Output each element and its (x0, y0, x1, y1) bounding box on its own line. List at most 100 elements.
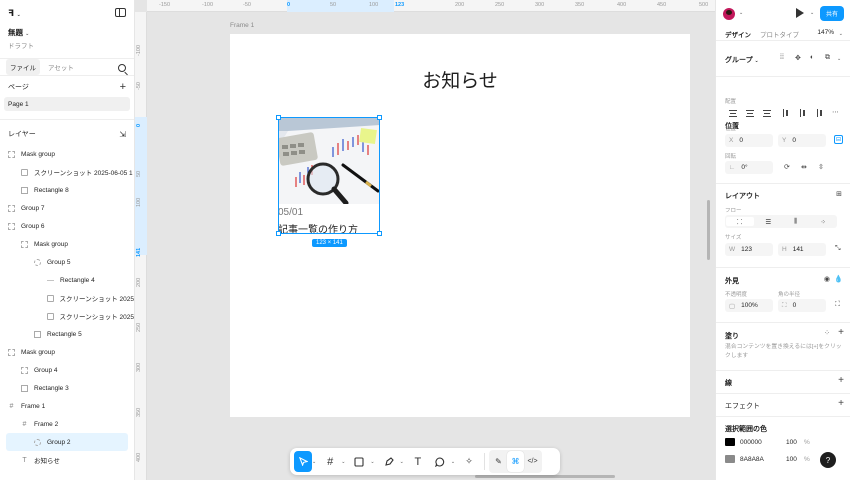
shape-tool-button[interactable] (348, 451, 370, 472)
resize-handle-bottom-right[interactable] (377, 231, 382, 236)
color-swatch[interactable] (725, 438, 735, 446)
layer-row[interactable]: スクリーンショット 2025-06-05 1 (0, 163, 134, 181)
comment-tool-button[interactable] (429, 451, 451, 472)
move-tool-button[interactable] (294, 451, 312, 472)
vertical-scrollbar[interactable] (707, 200, 710, 260)
tab-prototype[interactable]: プロトタイプ (760, 29, 799, 39)
zoom-level[interactable]: 147% (817, 29, 834, 36)
tab-file[interactable]: ファイル (6, 59, 40, 75)
layer-row[interactable]: Mask group (0, 235, 134, 253)
dev-mode-button[interactable]: </> (524, 451, 541, 472)
layer-row[interactable]: Group 5 (0, 253, 134, 271)
rotate-icon[interactable]: ⟳ (784, 163, 790, 171)
more-align-icon[interactable]: ⋯ (832, 108, 839, 116)
align-right-icon[interactable] (763, 110, 771, 117)
align-top-icon[interactable] (783, 109, 790, 117)
frame-1[interactable]: お知らせ 05/01 記事一覧の作り方 123 × 141 (230, 34, 690, 417)
layer-row[interactable]: Mask group (0, 145, 134, 163)
figma-menu-icon[interactable]: ꟻ ⌄ (8, 8, 21, 19)
align-center-h-icon[interactable] (746, 110, 754, 117)
page-item[interactable]: Page 1 (4, 97, 130, 111)
independent-corners-icon[interactable]: ⛶ (835, 301, 840, 309)
styles-icon[interactable]: ⁘ (824, 329, 830, 337)
y-input[interactable]: Y0 (778, 134, 826, 147)
color-hex[interactable]: 000000 (740, 439, 762, 446)
layer-row[interactable]: # Frame 2 (0, 415, 134, 433)
frame-label[interactable]: Frame 1 (230, 22, 254, 29)
flip-horizontal-icon[interactable]: ⇹ (801, 163, 807, 171)
share-button[interactable]: 共有 (820, 6, 844, 21)
add-fill-icon[interactable]: + (838, 327, 844, 338)
chevron-down-icon[interactable]: ⌄ (739, 10, 743, 16)
x-input[interactable]: X0 (725, 134, 773, 147)
chevron-down-icon[interactable]: ⌄ (451, 459, 455, 465)
text-tool-button[interactable]: T (407, 451, 429, 472)
align-bottom-icon[interactable] (817, 109, 824, 117)
layer-row[interactable]: Group 7 (0, 199, 134, 217)
file-title[interactable]: 無題 ⌄ (8, 27, 29, 38)
resize-handle-top-right[interactable] (377, 115, 382, 120)
add-effect-icon[interactable]: + (838, 398, 844, 409)
chevron-down-icon[interactable]: ⌄ (400, 459, 404, 465)
layer-row[interactable]: スクリーンショット 2025 (0, 307, 134, 325)
design-mode-button[interactable]: ⌘ (507, 451, 525, 472)
layer-row[interactable]: Group 4 (0, 361, 134, 379)
align-left-icon[interactable] (729, 110, 737, 117)
layer-row[interactable]: — Rectangle 4 (0, 271, 134, 289)
flow-grid-icon[interactable]: ⁘ (810, 218, 838, 226)
color-opacity[interactable]: 100 (786, 439, 797, 446)
tab-assets[interactable]: アセット (44, 59, 78, 75)
layer-row[interactable]: T お知らせ (0, 451, 134, 469)
chevron-down-icon[interactable]: ⌄ (312, 459, 316, 465)
pen-tool-button[interactable] (378, 451, 400, 472)
add-page-icon[interactable]: + (120, 81, 126, 93)
height-input[interactable]: H 141 (778, 243, 826, 256)
layer-row[interactable]: Rectangle 3 (0, 379, 134, 397)
width-input[interactable]: W 123 (725, 243, 773, 256)
help-button[interactable]: ? (820, 452, 836, 468)
layer-row[interactable]: # Frame 1 (0, 397, 134, 415)
group-type-label[interactable]: グループ ⌄ (725, 55, 759, 65)
layer-row[interactable]: スクリーンショット 2025 (0, 289, 134, 307)
chevron-down-icon[interactable]: ⌄ (837, 56, 841, 62)
selection-box[interactable] (276, 115, 382, 236)
grid-icon[interactable]: ⁞⁞ (780, 54, 784, 61)
layer-row[interactable]: Rectangle 5 (0, 325, 134, 343)
eye-icon[interactable]: ◉ (824, 275, 830, 283)
actions-tool-button[interactable]: ✧ (458, 451, 480, 472)
align-center-v-icon[interactable] (800, 109, 807, 117)
chevron-down-icon[interactable]: ⌄ (839, 31, 843, 37)
chevron-down-icon[interactable]: ⌄ (370, 459, 374, 465)
auto-layout-icon[interactable]: ⊞ (836, 190, 842, 198)
flow-vertical-icon[interactable]: ☰ (755, 218, 783, 226)
tab-design[interactable]: デザイン (725, 29, 751, 39)
mask-icon[interactable]: ◐ (810, 54, 814, 61)
horizontal-scrollbar[interactable] (475, 475, 615, 478)
avatar[interactable] (723, 8, 735, 20)
chevron-down-icon[interactable]: ⌄ (810, 10, 814, 16)
color-swatch[interactable] (725, 455, 735, 463)
resize-handle-top-left[interactable] (276, 115, 281, 120)
selection-color-row[interactable]: 000000 100% (716, 436, 850, 449)
color-hex[interactable]: 8A8A8A (740, 456, 764, 463)
layer-row[interactable]: Rectangle 8 (0, 181, 134, 199)
add-stroke-icon[interactable]: + (838, 375, 844, 386)
resize-icon[interactable]: ⤡ (835, 245, 841, 253)
flip-vertical-icon[interactable]: ⇳ (818, 163, 824, 171)
layer-row[interactable]: Mask group (0, 343, 134, 361)
chevron-down-icon[interactable]: ⌄ (341, 459, 345, 465)
collapse-layers-icon[interactable]: ⇲ (119, 130, 126, 139)
page-heading[interactable]: お知らせ (230, 66, 690, 93)
resize-handle-bottom-left[interactable] (276, 231, 281, 236)
sidebar-toggle-icon[interactable] (115, 8, 126, 17)
boolean-icon[interactable]: ⧉ (825, 54, 830, 62)
frame-tool-button[interactable]: # (319, 451, 341, 472)
flow-horizontal-icon[interactable]: ⫼ (782, 218, 810, 226)
radius-input[interactable]: ⛶ 0 (778, 299, 826, 312)
rotation-input[interactable]: ∟ 0° (725, 161, 773, 174)
layer-row[interactable]: Group 2 (6, 433, 128, 451)
search-icon[interactable] (118, 64, 126, 72)
opacity-input[interactable]: ▢ 100% (725, 299, 773, 312)
constraints-icon[interactable]: ⊟ (834, 135, 844, 144)
draw-mode-button[interactable]: ✎ (490, 451, 507, 472)
